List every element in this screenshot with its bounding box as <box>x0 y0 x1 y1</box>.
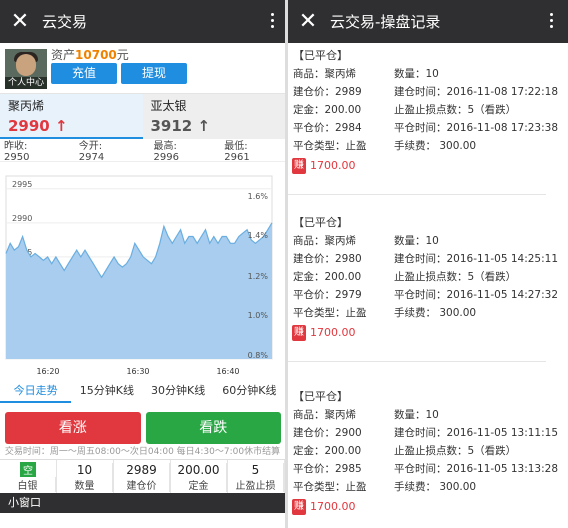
record-divider <box>288 194 546 195</box>
trading-hours-note: 交易时间：周一～周五08:00～次日04:00 每日4:30～7:00休市结算 <box>0 445 285 459</box>
tab-30min[interactable]: 30分钟K线 <box>143 383 214 403</box>
close-icon[interactable]: ✕ <box>288 9 328 34</box>
tab-today[interactable]: 今日走势 <box>0 383 72 403</box>
avatar[interactable]: 个人中心 <box>5 49 47 89</box>
record-product: 商品：聚丙烯 <box>293 235 356 247</box>
record-close-type: 平仓类型：止盈 <box>293 481 367 493</box>
y-tick-label: 2995 <box>12 180 32 189</box>
record-deposit: 定金：200.00 <box>293 445 362 457</box>
more-menu-icon[interactable] <box>550 13 554 31</box>
record-open-price: 建仓价：2989 <box>293 86 362 98</box>
chart-tabs: 今日走势 15分钟K线 30分钟K线 60分钟K线 <box>0 383 285 403</box>
record-close-price: 平仓价：2985 <box>293 463 362 475</box>
account-section: 个人中心 资产10700元 充值 提现 <box>0 43 285 93</box>
position-deposit: 200.00 定金 <box>171 460 228 493</box>
price-chart[interactable]: 2995299029852980297529701.6%1.4%1.2%1.0%… <box>0 161 285 383</box>
record-qty: 数量：10 <box>394 68 439 80</box>
record-open-price: 建仓价：2980 <box>293 253 362 265</box>
record-status: 【已平仓】 <box>293 49 348 62</box>
position-open-price: 2989 建仓价 <box>114 460 171 493</box>
record-open-time: 建仓时间：2016-11-08 17:22:18 <box>394 86 559 98</box>
tab-60min[interactable]: 60分钟K线 <box>214 383 285 403</box>
record-fee: 手续费： 300.00 <box>394 307 477 319</box>
record-profit: 1700.00 <box>310 326 356 339</box>
position-info: 空白银 10 数量 2989 建仓价 200.00 定金 5 止盈止损 <box>0 459 285 493</box>
record-open-price: 建仓价：2900 <box>293 427 362 439</box>
record-close-time: 平仓时间：2016-11-05 14:27:32 <box>394 289 559 301</box>
price-stats: 昨收: 2950 今开: 2974 最高: 2996 最低: 2961 <box>0 139 285 163</box>
chart-svg: 2995299029852980297529701.6%1.4%1.2%1.0%… <box>5 175 273 376</box>
record-divider <box>288 361 546 362</box>
right-tick-label: 1.0% <box>248 311 269 320</box>
record-open-time: 建仓时间：2016-11-05 13:11:15 <box>394 427 559 439</box>
tab-15min[interactable]: 15分钟K线 <box>71 383 142 403</box>
record-close-time: 平仓时间：2016-11-08 17:23:38 <box>394 122 559 134</box>
profit-badge: 赚 <box>292 158 306 174</box>
trading-panel: ✕ 云交易 个人中心 资产10700元 充值 提现 聚丙烯 2990 ↑ 亚太银… <box>0 0 285 528</box>
record-close-type: 平仓类型：止盈 <box>293 140 367 152</box>
assets-display: 资产10700元 <box>51 48 129 62</box>
y-tick-label: 2990 <box>12 214 32 223</box>
position-symbol: 空白银 <box>0 460 57 493</box>
trade-actions: 看涨 看跌 <box>0 403 285 445</box>
symbol-tabs: 聚丙烯 2990 ↑ 亚太银 3912 ↑ <box>0 93 285 139</box>
record-status: 【已平仓】 <box>293 216 348 229</box>
record-product: 商品：聚丙烯 <box>293 68 356 80</box>
records-panel: ✕ 云交易-操盘记录 【已平仓】 商品：聚丙烯 数量：10 建仓价：2989 建仓时间：… <box>288 0 568 528</box>
record-qty: 数量：10 <box>394 235 439 247</box>
profit-badge: 赚 <box>292 325 306 341</box>
x-tick-label: 16:30 <box>126 367 149 376</box>
record-open-time: 建仓时间：2016-11-05 14:25:11 <box>394 253 559 265</box>
arrow-up-icon: ↑ <box>197 117 211 135</box>
record-fee: 手续费： 300.00 <box>394 481 477 493</box>
buy-down-button[interactable]: 看跌 <box>145 412 281 444</box>
more-menu-icon[interactable] <box>271 13 275 31</box>
record-stop: 止盈止损点数：5（看跌） <box>394 445 517 457</box>
x-tick-label: 16:40 <box>216 367 239 376</box>
right-tick-label: 1.4% <box>248 231 269 240</box>
record-profit: 1700.00 <box>310 500 356 513</box>
right-tick-label: 1.2% <box>248 272 269 281</box>
deposit-button[interactable]: 充值 <box>51 63 117 84</box>
short-tag: 空 <box>20 462 36 477</box>
record-qty: 数量：10 <box>394 409 439 421</box>
right-tick-label: 0.8% <box>248 351 269 360</box>
position-stop: 5 止盈止损 <box>228 460 285 493</box>
symbol-tab-silver[interactable]: 亚太银 3912 ↑ <box>142 94 285 139</box>
x-tick-label: 16:20 <box>36 367 59 376</box>
position-qty: 10 数量 <box>57 460 114 493</box>
buy-up-button[interactable]: 看涨 <box>5 412 141 444</box>
record-status: 【已平仓】 <box>293 390 348 403</box>
records-list: 【已平仓】 商品：聚丙烯 数量：10 建仓价：2989 建仓时间：2016-11-08 … <box>288 43 568 528</box>
records-title: 云交易-操盘记录 <box>330 13 441 31</box>
record-fee: 手续费： 300.00 <box>394 140 477 152</box>
record-stop: 止盈止损点数：5（看跌） <box>394 104 517 116</box>
page-title: 云交易 <box>42 13 88 31</box>
records-header: ✕ 云交易-操盘记录 <box>288 0 568 43</box>
profit-badge: 赚 <box>292 499 306 515</box>
right-tick-label: 1.6% <box>248 192 269 201</box>
symbol-tab-polypropylene[interactable]: 聚丙烯 2990 ↑ <box>0 94 143 139</box>
small-window-bar[interactable]: 小窗口 <box>0 493 285 513</box>
withdraw-button[interactable]: 提现 <box>121 63 187 84</box>
record-deposit: 定金：200.00 <box>293 271 362 283</box>
personal-center-label[interactable]: 个人中心 <box>5 77 47 89</box>
record-stop: 止盈止损点数：5（看跌） <box>394 271 517 283</box>
record-close-time: 平仓时间：2016-11-05 13:13:28 <box>394 463 559 475</box>
record-profit: 1700.00 <box>310 159 356 172</box>
record-close-price: 平仓价：2984 <box>293 122 362 134</box>
arrow-up-icon: ↑ <box>54 117 68 135</box>
record-close-type: 平仓类型：止盈 <box>293 307 367 319</box>
assets-amount: 10700 <box>75 48 117 62</box>
record-product: 商品：聚丙烯 <box>293 409 356 421</box>
close-icon[interactable]: ✕ <box>0 9 40 34</box>
record-deposit: 定金：200.00 <box>293 104 362 116</box>
app-header: ✕ 云交易 <box>0 0 285 43</box>
record-close-price: 平仓价：2979 <box>293 289 362 301</box>
